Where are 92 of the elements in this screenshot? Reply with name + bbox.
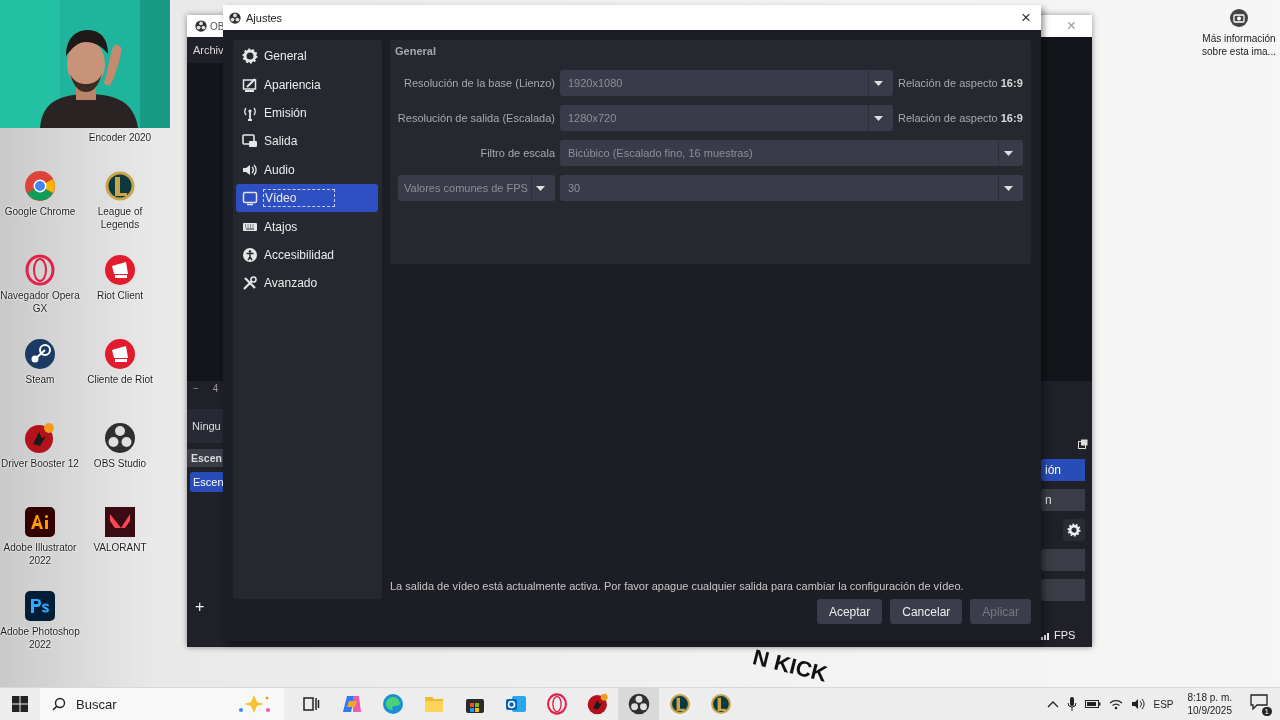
emblem-icon <box>668 693 691 715</box>
steam-icon <box>24 338 56 370</box>
caret-icon <box>873 80 883 86</box>
screens-icon <box>242 133 258 150</box>
undock-icon[interactable] <box>1078 439 1088 449</box>
emblem-icon <box>709 693 732 715</box>
language-indicator[interactable]: ESP <box>1153 698 1174 710</box>
sidebar-item[interactable]: Atajos <box>236 212 378 241</box>
obs-icon <box>229 11 241 24</box>
caret-icon <box>535 185 545 191</box>
desktop-icon-label[interactable]: Cliente de Riot <box>87 373 153 386</box>
booster-icon <box>586 693 609 715</box>
task-view-icon[interactable] <box>300 694 321 714</box>
clock[interactable]: 8:18 p. m. 10/9/2025 <box>1187 691 1232 717</box>
panel-header: Escen <box>187 449 223 467</box>
field-label: Resolución de salida (Escalada) <box>396 112 555 124</box>
start-icon[interactable] <box>12 696 28 712</box>
taskbar-app[interactable] <box>618 688 659 720</box>
scene-item[interactable]: Escen <box>190 472 223 492</box>
wifi-icon[interactable] <box>1109 698 1124 710</box>
obs-icon <box>627 693 650 715</box>
fps-status: FPS <box>1054 629 1076 641</box>
desktop-icon-label[interactable]: Riot Client <box>96 289 144 302</box>
warning-message: La salida de vídeo está actualmente activa. Por favor apague cualquier salida para cambiar la configuración de vídeo. <box>390 580 965 594</box>
sidebar-item[interactable]: General <box>236 42 378 71</box>
monitor-brush-icon <box>242 76 258 93</box>
desktop-icon-label[interactable]: VALORANT <box>93 541 147 554</box>
sidebar-item[interactable]: Apariencia <box>236 70 378 99</box>
aspect-ratio-text: Relación de aspecto 16:9 <box>898 112 1023 124</box>
battery-icon[interactable] <box>1085 699 1102 709</box>
add-button[interactable]: + <box>187 597 223 617</box>
sidebar-item[interactable]: Audio <box>236 155 378 184</box>
control-button[interactable]: n <box>1041 489 1085 511</box>
settings-button[interactable] <box>1063 519 1085 541</box>
speaker-icon[interactable] <box>1131 698 1146 710</box>
search-icon <box>52 697 66 711</box>
field-label: Resolución de la base (Lienzo) <box>402 77 555 89</box>
chrome-icon <box>24 170 56 202</box>
booster-icon <box>24 422 56 454</box>
mail-icon[interactable] <box>504 693 527 715</box>
sidebar-item[interactable]: Avanzado <box>236 269 378 298</box>
desktop-icon-label[interactable]: Adobe Photoshop 2022 <box>0 625 80 651</box>
desktop-icon-label[interactable]: Encoder 2020 <box>88 131 152 144</box>
fist-icon <box>104 254 136 286</box>
info-link[interactable]: Más información sobre esta ima... <box>1198 32 1280 58</box>
ring-icon <box>545 693 568 715</box>
field-label: Filtro de escala <box>479 147 555 159</box>
caret-icon <box>873 115 883 121</box>
desktop-icon-label[interactable]: Steam <box>25 373 55 386</box>
photoshop-icon <box>24 590 56 622</box>
tools-icon <box>242 275 258 292</box>
aspect-ratio-text: Relación de aspecto 16:9 <box>898 77 1023 89</box>
obs-icon <box>104 422 136 454</box>
desktop-icon-label[interactable]: League of Legends <box>80 205 160 231</box>
zoom-out-button[interactable]: − <box>193 383 199 401</box>
chevron-icon[interactable] <box>1047 700 1060 708</box>
obs-icon <box>195 20 207 32</box>
desktop-icon-label[interactable]: Driver Booster 12 <box>1 457 79 470</box>
wallpaper-text: N KICK <box>750 644 830 688</box>
ring-icon <box>24 254 56 286</box>
copilot-icon[interactable] <box>340 693 363 715</box>
menu-item[interactable]: Archiv <box>187 37 223 63</box>
search-field[interactable]: Buscar <box>40 688 284 720</box>
group-title: General <box>395 44 437 59</box>
zoom-value: 4 <box>212 383 219 396</box>
caret-icon <box>1003 185 1013 191</box>
close-button[interactable]: × <box>1011 5 1041 30</box>
sidebar-item[interactable]: Accesibilidad <box>236 240 378 270</box>
window-title: Ajustes <box>246 11 283 24</box>
fist-icon <box>104 338 136 370</box>
sidebar-item[interactable]: Vídeo <box>236 183 378 213</box>
desktop-icon-label[interactable]: Navegador Opera GX <box>0 289 80 315</box>
microphone-icon[interactable] <box>1067 697 1078 711</box>
source-label: Ningu <box>187 409 223 443</box>
settings-icon <box>242 48 258 65</box>
desktop-icon-label[interactable]: Google Chrome <box>4 205 76 218</box>
camera-icon[interactable] <box>1229 8 1249 28</box>
emblem-icon <box>104 170 136 202</box>
control-button[interactable]: ión <box>1041 459 1085 481</box>
valorant-icon <box>104 506 136 538</box>
sidebar-item[interactable]: Emisión <box>236 98 378 128</box>
desktop-icon-label[interactable]: OBS Studio <box>93 457 147 470</box>
edge-icon[interactable] <box>381 693 404 715</box>
accessibility-icon <box>242 246 258 263</box>
sidebar-item[interactable]: Salida <box>236 127 378 156</box>
caret-icon <box>1003 150 1013 156</box>
monitor-icon <box>242 190 258 207</box>
dialog-button[interactable]: Aceptar <box>816 599 883 624</box>
signal-icon <box>1041 630 1051 640</box>
desktop-icon-label[interactable]: Adobe Illustrator 2022 <box>0 541 80 567</box>
illustrator-icon <box>24 506 56 538</box>
dialog-button[interactable]: Cancelar <box>890 599 963 624</box>
